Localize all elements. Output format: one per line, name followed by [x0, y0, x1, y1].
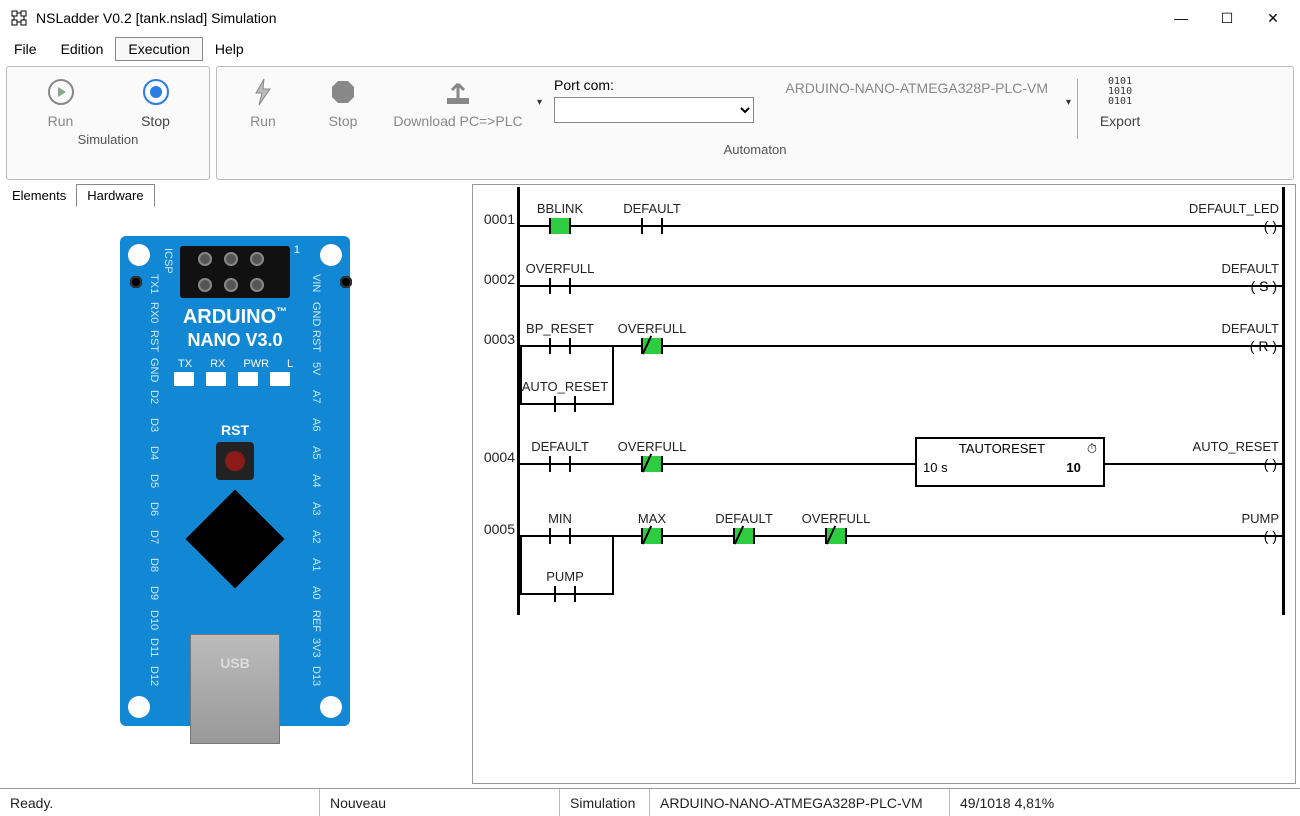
doc-gear-icon — [776, 73, 779, 103]
rung-number: 0002 — [475, 271, 515, 287]
status-mode: Simulation — [560, 789, 650, 816]
binary-icon: 010110100101 — [1105, 77, 1135, 107]
contact-overfull[interactable]: OVERFULL — [520, 261, 600, 294]
rung-0001[interactable]: 0001 BBLINK DEFAULT DEFAULT_LED( ) — [475, 187, 1293, 247]
menu-edition[interactable]: Edition — [49, 38, 116, 60]
rung-0003[interactable]: 0003 BP_RESET OVERFULL DEFAULT( R ) AUTO_RE… — [475, 307, 1293, 425]
sim-group-label: Simulation — [7, 129, 209, 152]
menu-help[interactable]: Help — [203, 38, 256, 60]
close-button[interactable]: ✕ — [1250, 0, 1296, 36]
download-dropdown[interactable]: ▾ — [533, 97, 546, 108]
board-sub: NANO V3.0 — [187, 330, 282, 350]
sim-run-button[interactable]: Run — [13, 73, 108, 129]
contact-pump[interactable]: PUMP — [520, 569, 610, 602]
contact-max[interactable]: MAX — [612, 511, 692, 544]
contact-default[interactable]: DEFAULT — [612, 201, 692, 234]
auto-run-button[interactable]: Run — [223, 73, 303, 129]
ribbon: Run Stop Simulation Run Stop Download PC… — [0, 62, 1300, 182]
rung-number: 0005 — [475, 521, 515, 537]
hw-dropdown[interactable]: ▾ — [1062, 97, 1075, 108]
usb-label: USB — [190, 634, 280, 744]
title-bar: NSLadder V0.2 [tank.nslad] Simulation — … — [0, 0, 1300, 36]
maximize-button[interactable]: ☐ — [1204, 0, 1250, 36]
bolt-icon — [248, 77, 278, 107]
board-name: ARDUINO — [183, 306, 276, 328]
rung-0002[interactable]: 0002 OVERFULL DEFAULT( S ) — [475, 247, 1293, 307]
coil-default[interactable]: DEFAULT( S ) — [1169, 261, 1279, 294]
contact-overfull[interactable]: OVERFULL — [612, 439, 692, 472]
download-button[interactable]: Download PC=>PLC — [383, 73, 533, 129]
rung-0005[interactable]: 0005 MIN MAX DEFAULT OVERFULL PUMP( ) PUMP — [475, 497, 1293, 615]
auto-stop-button[interactable]: Stop — [303, 73, 383, 129]
status-bar: Ready. Nouveau Simulation ARDUINO-NANO-A… — [0, 788, 1300, 816]
status-file: Nouveau — [320, 789, 560, 816]
rung-number: 0001 — [475, 211, 515, 227]
contact-overfull[interactable]: OVERFULL — [796, 511, 876, 544]
tab-elements[interactable]: Elements — [2, 185, 76, 206]
coil-default_led[interactable]: DEFAULT_LED( ) — [1169, 201, 1279, 234]
window-title: NSLadder V0.2 [tank.nslad] Simulation — [36, 10, 276, 26]
contact-auto_reset[interactable]: AUTO_RESET — [520, 379, 610, 412]
contact-bp_reset[interactable]: BP_RESET — [520, 321, 600, 354]
contact-default[interactable]: DEFAULT — [520, 439, 600, 472]
sim-stop-button[interactable]: Stop — [108, 73, 203, 129]
status-mem: 49/1018 4,81% — [950, 789, 1064, 816]
timer-tautoreset[interactable]: TAUTORESET ⏱ 10 s10 — [915, 437, 1105, 487]
octagon-icon — [328, 77, 358, 107]
hw-label: ARDUINO-NANO-ATMEGA328P-PLC-VM — [785, 80, 1048, 96]
app-icon — [10, 9, 28, 27]
menu-execution[interactable]: Execution — [115, 37, 202, 61]
contact-default[interactable]: DEFAULT — [704, 511, 784, 544]
coil-default[interactable]: DEFAULT( R ) — [1169, 321, 1279, 354]
status-hw: ARDUINO-NANO-ATMEGA328P-PLC-VM — [650, 789, 950, 816]
menu-file[interactable]: File — [2, 38, 49, 60]
left-pane: Elements Hardware ICSP 1 ARDUIN — [0, 182, 470, 788]
rung-number: 0004 — [475, 449, 515, 465]
rung-number: 0003 — [475, 331, 515, 347]
play-icon — [46, 77, 76, 107]
stop-icon — [141, 77, 171, 107]
contact-bblink[interactable]: BBLINK — [520, 201, 600, 234]
coil-pump[interactable]: PUMP( ) — [1169, 511, 1279, 544]
contact-overfull[interactable]: OVERFULL — [612, 321, 692, 354]
port-label: Port com: — [554, 77, 754, 93]
export-button[interactable]: 010110100101 Export — [1080, 73, 1160, 129]
rung-0004[interactable]: 0004 DEFAULT OVERFULL TAUTORESET ⏱ 10 s10 A… — [475, 425, 1293, 497]
upload-icon — [443, 77, 473, 107]
arduino-board: ICSP 1 ARDUINO™ NANO V3.0 TXRXPWRL RST — [120, 236, 350, 726]
tab-hardware[interactable]: Hardware — [76, 184, 154, 207]
contact-min[interactable]: MIN — [520, 511, 600, 544]
coil-auto_reset[interactable]: AUTO_RESET( ) — [1169, 439, 1279, 472]
status-ready: Ready. — [0, 789, 320, 816]
port-select[interactable] — [554, 97, 754, 123]
auto-group-label: Automaton — [217, 139, 1293, 162]
ladder-pane[interactable]: 0001 BBLINK DEFAULT DEFAULT_LED( ) 0002 OVE… — [472, 184, 1296, 784]
minimize-button[interactable]: — — [1158, 0, 1204, 36]
menu-bar: File Edition Execution Help — [0, 36, 1300, 62]
